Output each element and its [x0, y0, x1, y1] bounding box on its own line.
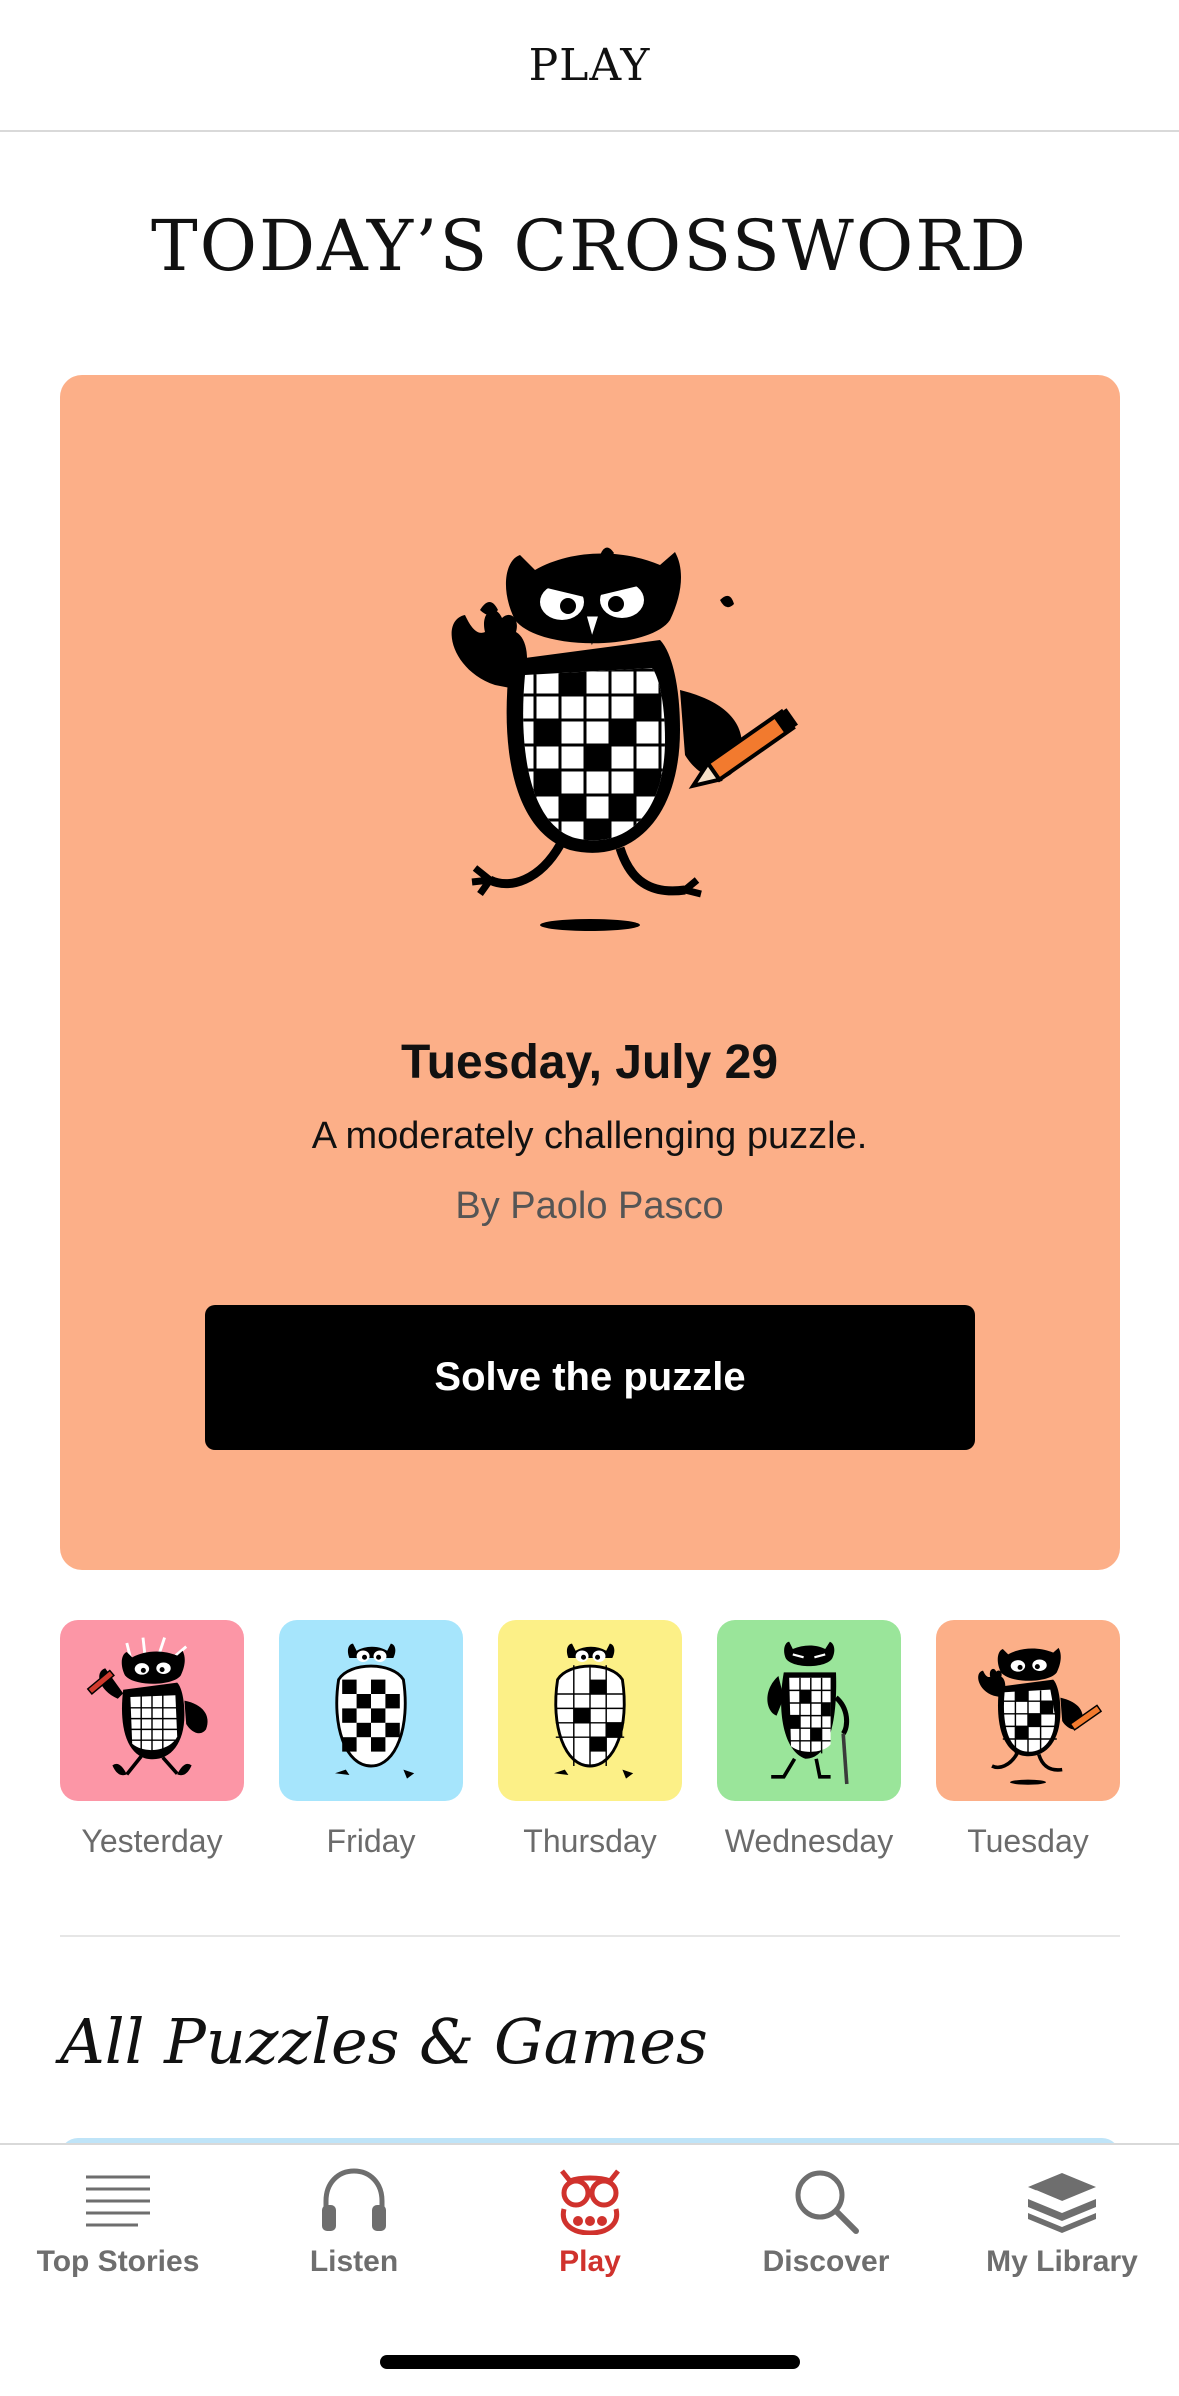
top-bar: PLAY	[0, 0, 1179, 132]
owl-running-pencil-icon	[978, 1647, 1103, 1785]
tab-my-library[interactable]: My Library	[944, 2165, 1179, 2325]
owl-cane-icon	[767, 1641, 850, 1785]
section-divider	[60, 1935, 1120, 1937]
archive-tile[interactable]	[498, 1620, 682, 1801]
solve-puzzle-button[interactable]: Solve the puzzle	[205, 1305, 975, 1450]
archive-label: Wednesday	[724, 1823, 894, 1859]
page-title: PLAY	[528, 39, 651, 91]
archive-item-wednesday[interactable]: Wednesday	[717, 1620, 901, 1860]
owl-icon	[560, 2169, 620, 2235]
archive-tile[interactable]	[60, 1620, 244, 1801]
all-games-title: All Puzzles & Games	[60, 2005, 708, 2078]
archive-label: Tuesday	[967, 1823, 1089, 1859]
archive-item-thursday[interactable]: Thursday	[498, 1620, 682, 1860]
owl-angry-pencil-icon	[86, 1637, 208, 1776]
tab-play[interactable]: Play	[472, 2165, 708, 2325]
tab-top-stories[interactable]: Top Stories	[0, 2165, 236, 2325]
archive-tile[interactable]	[717, 1620, 901, 1801]
recent-crosswords-list: Yesterday Friday Thursday Wednesday Tues…	[60, 1620, 1120, 1870]
archive-tile[interactable]	[936, 1620, 1120, 1801]
tab-label: Discover	[762, 2245, 890, 2278]
archive-label: Friday	[326, 1823, 416, 1859]
owl-crossword-illustration	[451, 547, 798, 931]
archive-item-tuesday[interactable]: Tuesday	[936, 1620, 1120, 1860]
tab-label: Play	[559, 2245, 621, 2278]
library-stack-icon	[1028, 2173, 1096, 2233]
headphones-icon	[322, 2168, 386, 2231]
archive-tile[interactable]	[279, 1620, 463, 1801]
puzzle-byline: By Paolo Pasco	[455, 1185, 724, 1227]
puzzle-description: A moderately challenging puzzle.	[311, 1115, 868, 1157]
crossword-section-title: TODAY’S CROSSWORD	[150, 205, 1029, 287]
search-icon	[795, 2170, 859, 2234]
puzzle-date: Tuesday, July 29	[400, 1036, 779, 1089]
tab-label: Listen	[309, 2245, 399, 2278]
tab-label: My Library	[986, 2245, 1138, 2278]
tab-discover[interactable]: Discover	[708, 2165, 944, 2325]
archive-item-yesterday[interactable]: Yesterday	[60, 1620, 244, 1860]
owl-egg-icon	[335, 1643, 415, 1779]
home-indicator[interactable]	[380, 2355, 800, 2369]
archive-item-friday[interactable]: Friday	[279, 1620, 463, 1860]
owl-egg-icon	[554, 1643, 634, 1779]
tab-label: Top Stories	[36, 2245, 200, 2278]
archive-label: Thursday	[523, 1823, 657, 1859]
tab-listen[interactable]: Listen	[236, 2165, 472, 2325]
archive-label: Yesterday	[81, 1823, 223, 1859]
lines-icon	[86, 2175, 150, 2227]
